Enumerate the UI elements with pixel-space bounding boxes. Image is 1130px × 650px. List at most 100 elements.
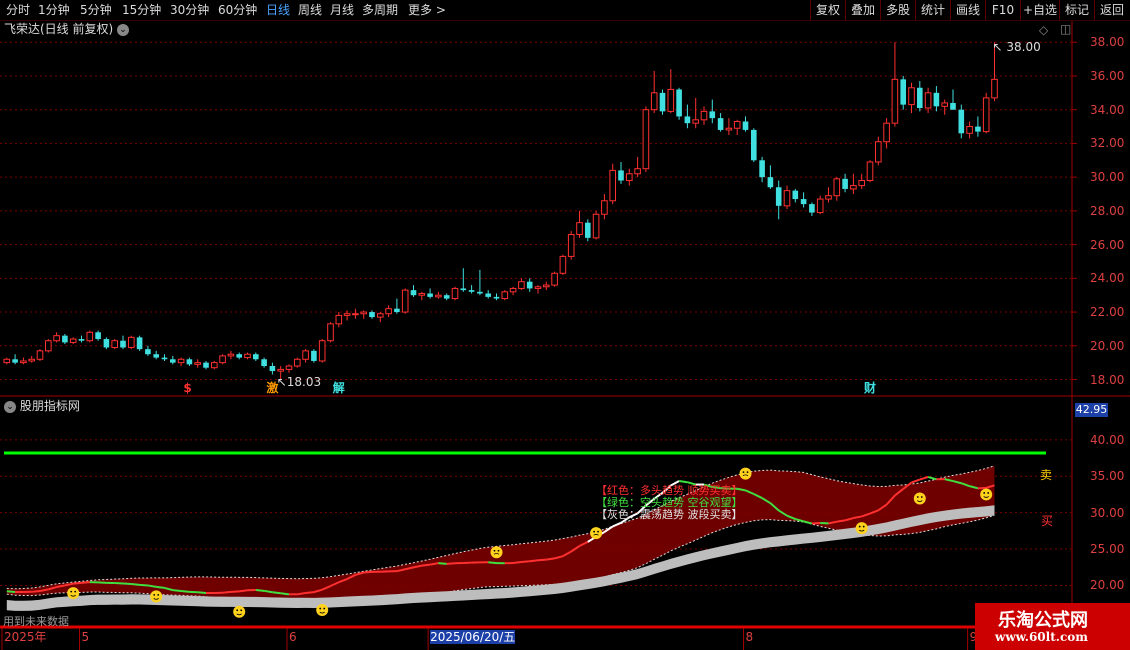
event-marker[interactable]: 解 bbox=[333, 381, 345, 395]
date-axis-label: 5 bbox=[81, 630, 90, 644]
candle-body bbox=[792, 190, 799, 200]
candle-body bbox=[111, 340, 119, 348]
candle-body bbox=[460, 288, 467, 291]
candle-body bbox=[435, 294, 442, 298]
candle-body bbox=[551, 272, 558, 286]
indicator-axis-label: 20.00 bbox=[1090, 578, 1125, 593]
candle-body bbox=[759, 160, 765, 178]
period-tab-30min[interactable]: 30分钟 bbox=[170, 2, 209, 18]
candle-body bbox=[194, 362, 201, 365]
multi-stock-button[interactable]: 多股 bbox=[880, 0, 915, 20]
window-toggle-icon[interactable]: ◫ bbox=[1060, 22, 1071, 36]
chevron-down-icon[interactable]: ⌄ bbox=[4, 400, 16, 413]
candle-body bbox=[941, 102, 949, 107]
smiley-eye bbox=[153, 593, 156, 596]
price-axis-label: 28.00 bbox=[1090, 203, 1125, 218]
trend-step-line bbox=[272, 591, 281, 595]
period-tab-1min[interactable]: 1分钟 bbox=[38, 2, 70, 18]
stats-button[interactable]: 统计 bbox=[915, 0, 950, 20]
chevron-down-icon[interactable]: ⌄ bbox=[117, 23, 130, 36]
f10-button[interactable]: F10 bbox=[985, 0, 1020, 20]
high-price-marker: ↖ 38.00 bbox=[993, 40, 1041, 54]
smiley-eye bbox=[74, 590, 77, 593]
trend-step-line bbox=[529, 559, 539, 563]
mark-button[interactable]: 标记 bbox=[1059, 0, 1094, 20]
event-marker[interactable]: 激 bbox=[266, 381, 278, 395]
trend-step-line bbox=[446, 562, 456, 565]
candle-body bbox=[203, 362, 209, 368]
trend-step-line bbox=[911, 478, 921, 484]
add-watchlist-button[interactable]: +自选 bbox=[1020, 0, 1059, 20]
candle-body bbox=[468, 290, 475, 292]
candle-body bbox=[28, 358, 35, 362]
indicator-axis-label: 35.00 bbox=[1090, 469, 1125, 484]
trend-step-line bbox=[114, 581, 124, 585]
candle-body bbox=[103, 339, 110, 348]
period-tab-15min[interactable]: 15分钟 bbox=[122, 2, 161, 18]
candle-body bbox=[717, 118, 724, 130]
period-tab-daily[interactable]: 日线 bbox=[266, 2, 290, 18]
period-tab-multi[interactable]: 多周期 bbox=[362, 2, 398, 18]
stock-title: 飞荣达(日线 前复权) ⌄ bbox=[4, 22, 130, 36]
trend-step-line bbox=[197, 591, 207, 595]
candle-body bbox=[543, 284, 550, 288]
price-axis-label: 34.00 bbox=[1090, 102, 1125, 117]
candle-body bbox=[650, 92, 658, 111]
candle-body bbox=[78, 339, 85, 341]
candle-body bbox=[360, 311, 367, 315]
candle-body bbox=[493, 296, 500, 299]
candle-body bbox=[891, 78, 899, 124]
period-tab-more[interactable]: 更多 > bbox=[408, 2, 446, 18]
candle-body bbox=[501, 291, 509, 300]
fuquan-button[interactable]: 复权 bbox=[810, 0, 845, 20]
candle-body bbox=[908, 87, 915, 106]
back-button[interactable]: 返回 bbox=[1094, 0, 1129, 20]
event-marker[interactable]: $ bbox=[183, 381, 191, 395]
watermark-banner: 乐淘公式网 www.60lt.com bbox=[975, 603, 1130, 650]
candle-body bbox=[277, 368, 284, 372]
candle-body bbox=[311, 350, 317, 361]
candle-body bbox=[352, 313, 359, 316]
candle-body bbox=[850, 185, 857, 190]
overlay-button[interactable]: 叠加 bbox=[845, 0, 880, 20]
candle-body bbox=[958, 109, 965, 134]
smiley-face-icon bbox=[590, 527, 603, 540]
candle-body bbox=[20, 360, 27, 364]
candle-body bbox=[725, 127, 733, 131]
candle-body bbox=[170, 359, 176, 363]
kline-chart[interactable] bbox=[0, 0, 1130, 650]
candle-body bbox=[991, 78, 998, 99]
candle-body bbox=[917, 87, 923, 109]
trend-legend: 【红色：多头趋势 顺势买卖】 【绿色：空头趋势 空谷观望】 【灰色：震荡趋势 波… bbox=[596, 485, 743, 521]
candle-body bbox=[161, 357, 168, 360]
smiley-eye bbox=[983, 492, 986, 494]
smiley-face-icon bbox=[233, 605, 246, 618]
candle-body bbox=[219, 355, 226, 364]
candle-body bbox=[45, 340, 52, 352]
diamond-icon[interactable]: ◇ bbox=[1039, 23, 1048, 37]
trend-band-series bbox=[4, 0, 1125, 618]
candle-body bbox=[477, 291, 483, 294]
smiley-eye bbox=[323, 607, 326, 610]
smiley-eye bbox=[236, 609, 239, 612]
candle-body bbox=[924, 92, 932, 109]
period-tab-fenshi[interactable]: 分时 bbox=[6, 2, 30, 18]
trend-step-line bbox=[438, 562, 447, 565]
price-axis-label: 20.00 bbox=[1090, 338, 1125, 353]
candle-body bbox=[559, 255, 567, 274]
candle-body bbox=[783, 190, 791, 207]
draw-line-button[interactable]: 画线 bbox=[950, 0, 985, 20]
period-tab-5min[interactable]: 5分钟 bbox=[80, 2, 112, 18]
candle-body bbox=[211, 362, 218, 369]
candle-body bbox=[816, 198, 824, 214]
candle-body bbox=[567, 233, 575, 257]
candle-body bbox=[253, 354, 259, 360]
period-tab-weekly[interactable]: 周线 bbox=[298, 2, 322, 18]
candle-body bbox=[975, 126, 981, 132]
smiley-eye bbox=[319, 607, 322, 610]
price-axis-label: 26.00 bbox=[1090, 237, 1125, 252]
period-tab-60min[interactable]: 60分钟 bbox=[218, 2, 257, 18]
period-tab-monthly[interactable]: 月线 bbox=[330, 2, 354, 18]
event-marker[interactable]: 财 bbox=[864, 381, 876, 395]
indicator-value-box: 42.95 bbox=[1075, 403, 1108, 417]
